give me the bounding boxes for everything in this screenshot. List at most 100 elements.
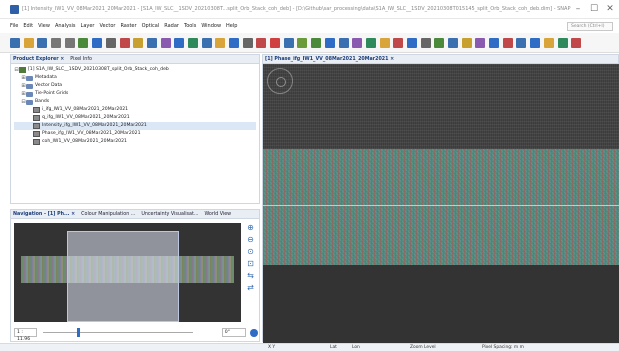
sync-icon[interactable] [250,328,258,337]
menu-window[interactable]: Window [201,23,221,29]
menu-view[interactable]: View [38,23,50,29]
graph-builder-icon[interactable] [283,37,294,48]
minimize-button[interactable]: – [572,3,584,15]
reprojection-icon[interactable] [352,37,363,48]
folder-icon [26,99,33,105]
snaphu-icon[interactable] [448,37,458,48]
gcp-icon[interactable] [256,37,267,48]
tree-node[interactable]: Intensity_ifg_IW1_VV_08Mar2021_20Mar2021 [14,122,256,130]
ellipse-icon[interactable] [543,37,554,48]
pan-tool-icon[interactable] [92,37,103,48]
navigation-tab-2[interactable]: Uncertainty Visualisat... [141,212,198,217]
zoom-slider-thumb[interactable] [77,328,81,337]
calibrate-icon[interactable] [475,37,486,48]
subset-icon[interactable] [338,37,349,48]
menu-file[interactable]: File [10,23,18,29]
orbit-icon[interactable] [461,37,472,48]
maximize-button[interactable]: ☐ [588,3,600,15]
mask-icon[interactable] [160,37,171,48]
product-explorer-tab-0[interactable]: Product Explorer × [13,57,64,62]
select-tool-icon[interactable] [105,37,116,48]
tab-phase-ifg[interactable]: [1] Phase_ifg_IW1_VV_08Mar2021_20Mar2021… [265,57,394,62]
product-explorer-tab-1[interactable]: Pixel Info [70,57,92,62]
burst-boundary-line [263,205,619,206]
interferogram-icon[interactable] [393,37,404,48]
histogram-icon[interactable] [174,37,185,48]
menu-optical[interactable]: Optical [142,23,160,29]
color-manip-icon[interactable] [133,37,144,48]
navigation-tab-3[interactable]: World View [204,212,231,217]
no-data-region [263,265,619,343]
collocate-icon[interactable] [379,37,390,48]
band-icon [33,131,40,137]
speckle-icon[interactable] [489,37,500,48]
zoom-in-icon[interactable]: ⊕ [246,223,255,232]
rotation-angle-field[interactable]: 0° [221,328,247,337]
zoom-all-icon[interactable]: ⊡ [246,259,255,268]
image-canvas[interactable] [263,64,619,343]
terrain-icon[interactable] [434,37,445,48]
zoom-slider[interactable] [42,328,193,337]
polygon-icon[interactable] [502,37,513,48]
tree-node[interactable]: Phase_ifg_IW1_VV_08Mar2021_20Mar2021 [14,130,256,138]
menu-analysis[interactable]: Analysis [55,23,76,29]
menu-layer[interactable]: Layer [81,23,95,29]
batch-icon[interactable] [297,37,308,48]
scatter-icon[interactable] [187,37,198,48]
menu-bar: File Edit View Analysis Layer Vector Raster Opt… [0,20,619,32]
navigation-tab-1[interactable]: Colour Manipulation ... [81,212,135,217]
status-xy: X Y [268,345,276,350]
navigation-overview[interactable] [14,223,241,322]
tree-node[interactable]: coh_IW1_VV_08Mar2021_20Mar2021 [14,138,256,146]
save-icon[interactable] [37,37,48,48]
statistics-icon[interactable] [242,37,253,48]
sync-views-icon[interactable]: ⇆ [246,271,255,280]
info-icon[interactable] [229,37,239,48]
mosaic-icon[interactable] [365,37,376,48]
line-icon[interactable] [516,37,527,48]
undo-icon[interactable] [51,37,62,48]
band-icon [33,123,40,129]
tree-node[interactable]: ⊟ [1] S1A_IW_SLC__1SDV_20210308T_split_Or… [14,66,256,74]
coherence-icon[interactable] [406,37,417,48]
world-map-icon[interactable] [557,37,568,48]
sync-cursor-icon[interactable]: ⇄ [246,283,255,292]
help-icon[interactable] [571,37,582,48]
close-button[interactable]: ✕ [604,3,616,15]
viewport-rectangle[interactable] [67,231,179,322]
menu-radar[interactable]: Radar [164,23,179,29]
zoom-out-icon[interactable]: ⊖ [246,235,255,244]
profile-icon[interactable] [201,37,212,48]
range-finder-icon[interactable] [119,37,130,48]
search-input[interactable]: Search (Ctrl+I) [567,22,613,31]
menu-tools[interactable]: Tools [184,23,196,29]
band-icon [33,139,40,145]
tree-node[interactable]: ⊞ Tie-Point Grids [14,90,256,98]
zoom-tool-icon[interactable] [78,37,89,48]
status-bar: X Y Lat Lon Zoom Level Pixel Spacing: m … [0,343,619,351]
redo-icon[interactable] [64,37,75,48]
tree-node[interactable]: ⊞ Metadata [14,74,256,82]
zoom-pixel-icon[interactable]: ⊙ [246,247,255,256]
menu-vector[interactable]: Vector [100,23,116,29]
navigation-compass-icon[interactable] [267,68,293,94]
tree-node[interactable]: ⊟ Bands [14,98,256,106]
layer-icon[interactable] [146,37,157,48]
rect-icon[interactable] [530,37,541,48]
tree-node[interactable]: ⊞ Vector Data [14,82,256,90]
tree-node[interactable]: q_ifg_IW1_VV_08Mar2021_20Mar2021 [14,114,256,122]
resample-icon[interactable] [324,37,335,48]
navigation-tab-0[interactable]: Navigation - [1] Ph... × [13,212,75,217]
band-maths-icon[interactable] [311,37,322,48]
pin-icon[interactable] [270,37,281,48]
scale-field[interactable]: 1 : 11.96 [14,328,37,342]
spectrum-icon[interactable] [215,37,226,48]
tree-node[interactable]: i_ifg_IW1_VV_08Mar2021_20Mar2021 [14,106,256,114]
menu-help[interactable]: Help [226,23,237,29]
folder-icon [26,75,33,81]
new-product-icon[interactable] [10,37,20,48]
deburst-icon[interactable] [420,37,431,48]
menu-raster[interactable]: Raster [120,23,136,29]
menu-edit[interactable]: Edit [23,23,33,29]
open-icon[interactable] [23,37,34,48]
